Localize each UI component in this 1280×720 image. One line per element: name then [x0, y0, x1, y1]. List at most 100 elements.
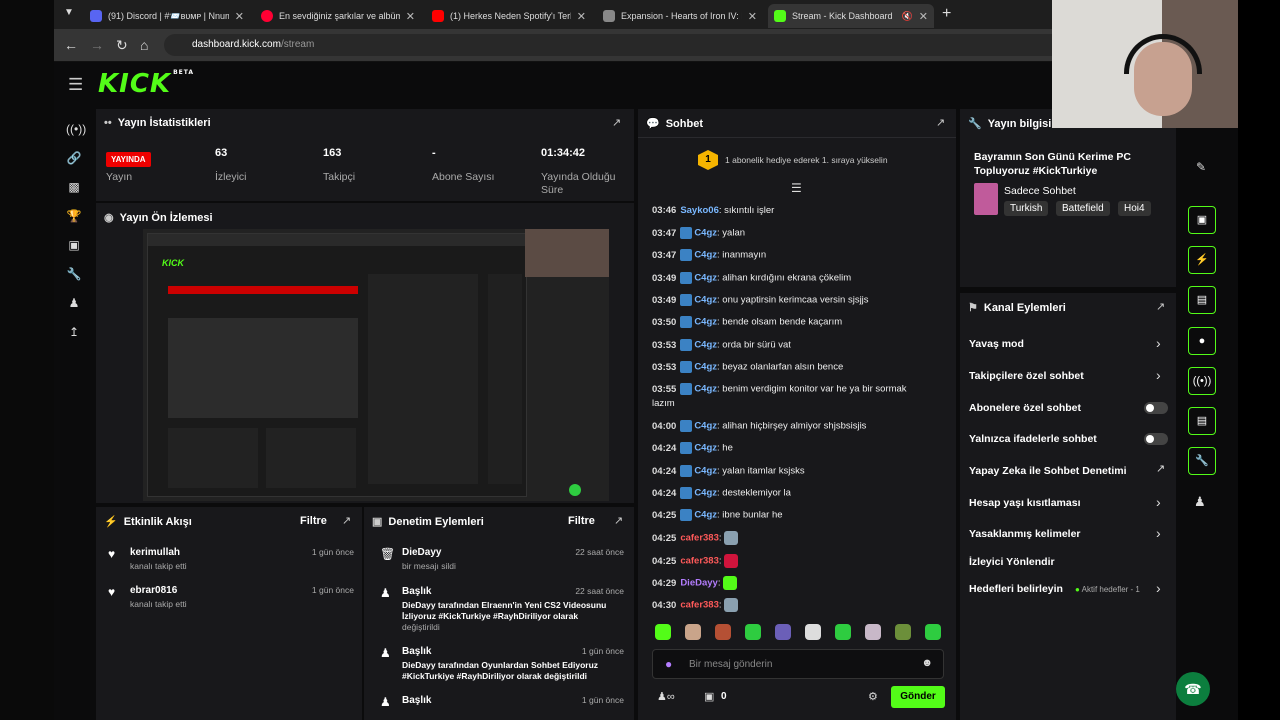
url-field[interactable]: dashboard.kick.com/stream: [164, 34, 1064, 56]
send-button[interactable]: Gönder: [891, 686, 945, 708]
slow-mode-row[interactable]: Yavaş mod: [969, 338, 1024, 350]
link-icon[interactable]: 🔗: [66, 151, 82, 167]
popout-icon[interactable]: ↗: [612, 116, 621, 129]
menu-icon[interactable]: ☰: [68, 75, 83, 95]
wrench-icon[interactable]: 🔧: [1188, 447, 1216, 475]
chat-username[interactable]: DieDayy: [680, 578, 718, 589]
community-icon[interactable]: ♟∞: [657, 690, 675, 703]
chat-input[interactable]: ● Bir mesaj gönderin ☻: [652, 649, 944, 679]
close-tab-icon[interactable]: ✕: [577, 10, 586, 23]
external-link-icon[interactable]: ↗: [1156, 462, 1165, 475]
chat-username[interactable]: Sayko06: [680, 205, 719, 216]
chat-username[interactable]: C4gz: [694, 317, 717, 328]
reload-icon[interactable]: ↻: [116, 37, 128, 54]
trophy-icon[interactable]: 🏆: [66, 209, 82, 225]
emote-icon[interactable]: [805, 624, 821, 640]
tab-kick-dashboard[interactable]: Stream - Kick Dashboard 🔇 ✕: [768, 4, 934, 28]
close-tab-icon[interactable]: ✕: [919, 10, 928, 23]
stream-preview-video[interactable]: KICK: [143, 229, 609, 501]
popout-icon[interactable]: ↗: [1156, 300, 1165, 313]
chat-username[interactable]: C4gz: [694, 273, 717, 284]
gift-sub-prompt[interactable]: 1 abonelik hediye ederek 1. sıraya yükse…: [725, 155, 888, 165]
chat-username[interactable]: C4gz: [694, 295, 717, 306]
popout-icon[interactable]: ↗: [936, 116, 945, 129]
close-tab-icon[interactable]: ✕: [406, 10, 415, 23]
emote-icon[interactable]: [745, 624, 761, 640]
tab-hoi4-wiki[interactable]: Expansion - Hearts of Iron IV: N ✕: [597, 4, 763, 28]
chat-settings-filter-icon[interactable]: ☰: [791, 181, 802, 195]
lightning-icon[interactable]: ⚡: [1188, 246, 1216, 274]
mute-icon[interactable]: 🔇: [902, 11, 913, 22]
set-goals-row[interactable]: Hedefleri belirleyin: [969, 583, 1063, 595]
chat-username[interactable]: C4gz: [694, 362, 717, 373]
broadcast-icon[interactable]: ((•)): [1188, 367, 1216, 395]
chevron-right-icon[interactable]: ›: [1156, 335, 1161, 351]
community-icon[interactable]: ♟: [66, 296, 82, 312]
chat-username[interactable]: C4gz: [694, 443, 717, 454]
emote-icon[interactable]: [865, 624, 881, 640]
chat-username[interactable]: cafer383: [680, 556, 719, 567]
close-tab-icon[interactable]: ✕: [235, 10, 244, 23]
support-button[interactable]: ☎: [1176, 672, 1210, 706]
tab-youtube-music[interactable]: En sevdiğiniz şarkılar ve albümle ✕: [255, 4, 421, 28]
chat-username[interactable]: C4gz: [694, 421, 717, 432]
chat-username[interactable]: C4gz: [694, 228, 717, 239]
tab-discord[interactable]: (91) Discord | #📨ʙᴜᴍᴘ | Nnum ✕: [84, 4, 250, 28]
video-icon[interactable]: ▣: [66, 238, 82, 254]
emote-icon[interactable]: [835, 624, 851, 640]
back-icon[interactable]: ←: [64, 37, 78, 53]
chat-username[interactable]: C4gz: [694, 250, 717, 261]
emote-icon[interactable]: [685, 624, 701, 640]
wrench-icon[interactable]: 🔧: [66, 267, 82, 283]
home-icon[interactable]: ⌂: [140, 37, 148, 53]
emotes-only-toggle[interactable]: [1144, 433, 1168, 445]
document-icon[interactable]: ▤: [1188, 286, 1216, 314]
emote-icon[interactable]: [715, 624, 731, 640]
popout-icon[interactable]: ↗: [614, 514, 623, 527]
points-icon[interactable]: ▣: [704, 690, 714, 703]
close-tab-icon[interactable]: ✕: [748, 10, 757, 23]
emoji-picker-icon[interactable]: ☻: [921, 657, 933, 669]
emote-icon[interactable]: [655, 624, 671, 640]
category-name[interactable]: Sadece Sohbet: [1004, 185, 1076, 197]
emote-icon[interactable]: [925, 624, 941, 640]
moderation-filter-button[interactable]: Filtre: [568, 515, 595, 527]
emote-icon[interactable]: [775, 624, 791, 640]
followers-only-row[interactable]: Takipçilere özel sohbet: [969, 370, 1084, 382]
subs-only-toggle[interactable]: [1144, 402, 1168, 414]
banned-words-row[interactable]: Yasaklanmış kelimeler: [969, 528, 1081, 540]
redirect-viewers-row[interactable]: İzleyici Yönlendir: [969, 556, 1055, 568]
chat-bubble-icon[interactable]: ●: [1188, 327, 1216, 355]
chat-username[interactable]: C4gz: [694, 340, 717, 351]
new-tab-button[interactable]: +: [942, 5, 951, 23]
chevron-right-icon[interactable]: ›: [1156, 494, 1161, 510]
tag[interactable]: Battefield: [1056, 201, 1110, 216]
forward-icon[interactable]: →: [90, 37, 104, 53]
analytics-icon[interactable]: ▩: [66, 180, 82, 196]
popout-icon[interactable]: ↗: [342, 514, 351, 527]
upload-icon[interactable]: ↥: [66, 325, 82, 341]
tag[interactable]: Turkish: [1004, 201, 1049, 216]
kick-logo[interactable]: KICK BETA: [98, 69, 194, 99]
chevron-right-icon[interactable]: ›: [1156, 580, 1161, 596]
chevron-right-icon[interactable]: ›: [1156, 367, 1161, 383]
screenshot-icon[interactable]: ▣: [1188, 206, 1216, 234]
chat-settings-icon[interactable]: ⚙: [868, 690, 878, 703]
tag[interactable]: Hoi4: [1118, 201, 1151, 216]
layout-icon[interactable]: ▤: [1188, 407, 1216, 435]
emote-icon[interactable]: [895, 624, 911, 640]
activity-filter-button[interactable]: Filtre: [300, 515, 327, 527]
account-age-row[interactable]: Hesap yaşı kısıtlaması: [969, 497, 1081, 509]
chat-username[interactable]: C4gz: [694, 488, 717, 499]
edit-icon[interactable]: ✎: [1196, 160, 1206, 174]
ai-moderation-row[interactable]: Yapay Zeka ile Sohbet Denetimi: [969, 465, 1127, 477]
chevron-right-icon[interactable]: ›: [1156, 525, 1161, 541]
chat-username[interactable]: C4gz: [694, 466, 717, 477]
chat-username[interactable]: cafer383: [680, 600, 719, 611]
chat-username[interactable]: C4gz: [694, 384, 717, 395]
tab-youtube[interactable]: (1) Herkes Neden Spotify'ı Terk ✕: [426, 4, 592, 28]
community-icon[interactable]: ♟: [1194, 494, 1206, 510]
chat-username[interactable]: C4gz: [694, 510, 717, 521]
chat-username[interactable]: cafer383: [680, 533, 719, 544]
stream-icon[interactable]: ((•)): [66, 122, 86, 138]
